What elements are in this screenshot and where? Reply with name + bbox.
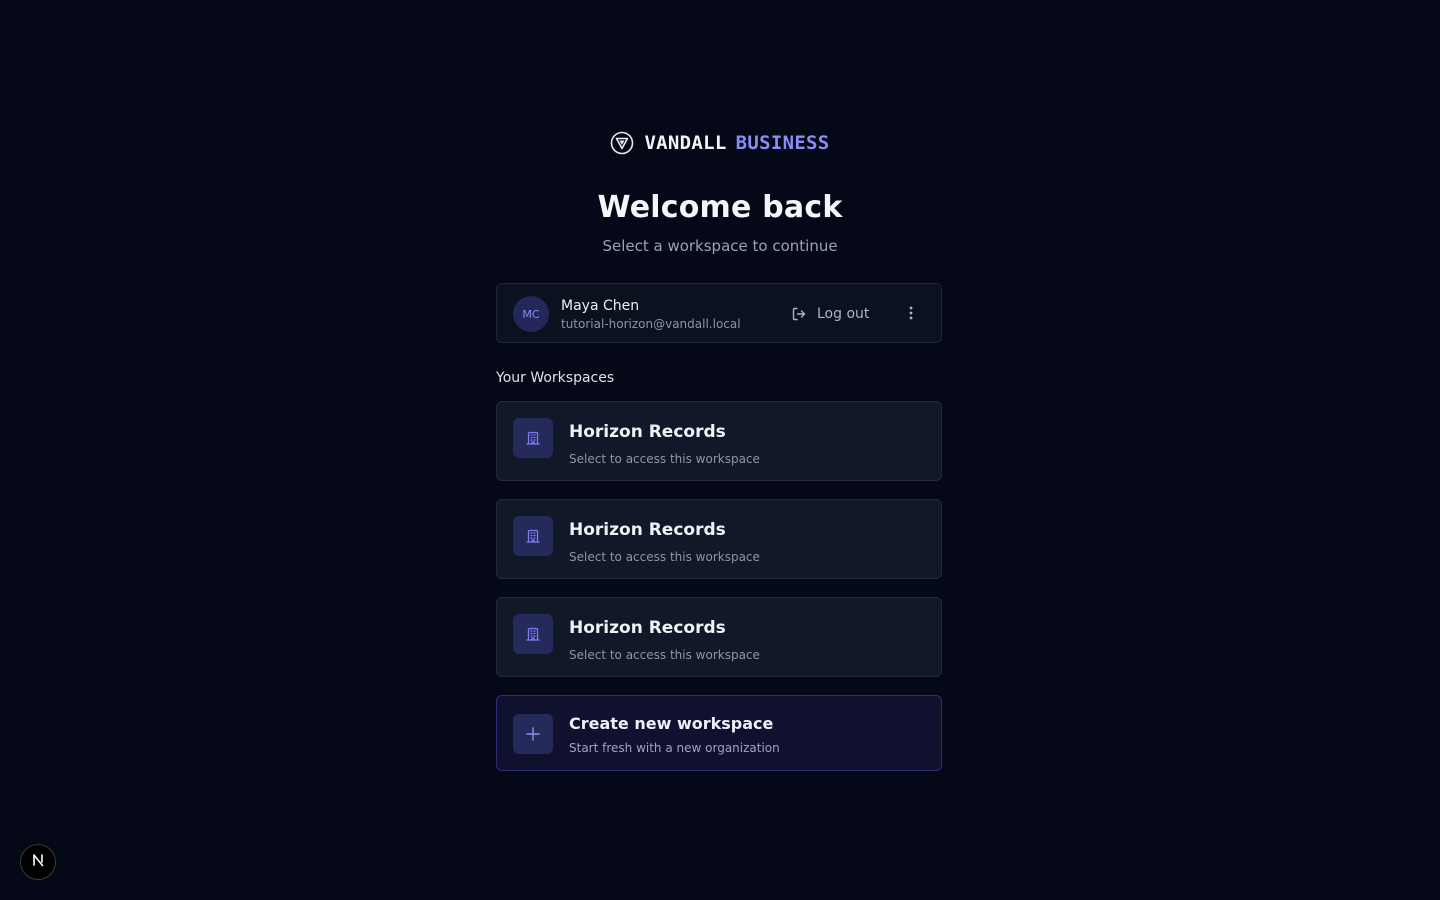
- create-workspace-title: Create new workspace: [569, 714, 774, 733]
- brand-tier: BUSINESS: [735, 132, 830, 154]
- vandall-logo-icon: [610, 131, 634, 155]
- workspace-name: Horizon Records: [569, 520, 726, 540]
- building-icon: [513, 418, 553, 458]
- workspace-description: Select to access this workspace: [569, 550, 760, 564]
- workspace-card[interactable]: Horizon Records Select to access this wo…: [496, 401, 942, 481]
- create-workspace-description: Start fresh with a new organization: [569, 741, 780, 755]
- dev-tools-badge[interactable]: [20, 844, 56, 880]
- more-vertical-icon: [909, 305, 913, 324]
- workspace-name: Horizon Records: [569, 618, 726, 638]
- building-icon: [513, 614, 553, 654]
- user-name: Maya Chen: [561, 298, 640, 314]
- avatar: MC: [513, 296, 549, 332]
- workspace-name: Horizon Records: [569, 422, 726, 442]
- workspace-card[interactable]: Horizon Records Select to access this wo…: [496, 499, 942, 579]
- page-title: Welcome back: [597, 190, 843, 225]
- workspace-select-page: VANDALL BUSINESS Welcome back Select a w…: [0, 0, 1440, 900]
- workspace-description: Select to access this workspace: [569, 452, 760, 466]
- brand-name: VANDALL: [644, 132, 727, 154]
- create-workspace-button[interactable]: Create new workspace Start fresh with a …: [496, 695, 942, 771]
- logout-button[interactable]: Log out: [791, 302, 869, 326]
- brand-wordmark: VANDALL BUSINESS: [644, 132, 829, 154]
- workspaces-section-label: Your Workspaces: [496, 370, 615, 386]
- workspace-description: Select to access this workspace: [569, 648, 760, 662]
- n-logo-icon: [30, 852, 46, 872]
- user-email: tutorial-horizon@vandall.local: [561, 317, 741, 331]
- logout-label: Log out: [817, 306, 870, 322]
- workspace-card[interactable]: Horizon Records Select to access this wo…: [496, 597, 942, 677]
- logout-icon: [791, 306, 807, 322]
- user-account-card: MC Maya Chen tutorial-horizon@vandall.lo…: [496, 283, 942, 343]
- more-options-button[interactable]: [901, 302, 921, 326]
- building-icon: [513, 516, 553, 556]
- brand-header: VANDALL BUSINESS: [0, 129, 1440, 157]
- page-subtitle: Select a workspace to continue: [602, 237, 838, 255]
- plus-icon: [513, 714, 553, 754]
